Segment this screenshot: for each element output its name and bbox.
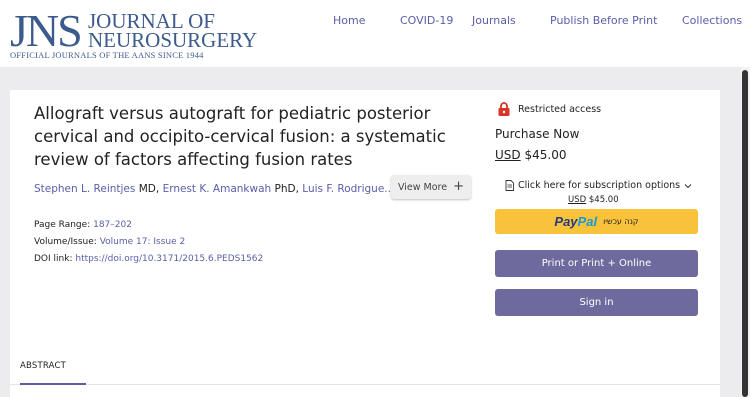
tab-abstract[interactable]: ABSTRACT: [20, 361, 66, 371]
logo-abbr: JNS: [10, 5, 83, 56]
lock-icon: [498, 102, 510, 116]
volume-issue-link[interactable]: Volume 17: Issue 2: [100, 237, 186, 247]
purchase-now-label: Purchase Now: [495, 127, 580, 141]
logo-title: JOURNAL OF NEUROSURGERY: [88, 9, 258, 52]
author-link[interactable]: Ernest K. Amankwah: [163, 183, 272, 195]
document-icon: [505, 180, 514, 191]
nav-collections[interactable]: Collections: [682, 14, 742, 27]
author-degree: PhD: [274, 183, 296, 195]
tab-divider: [10, 384, 720, 385]
page-range-label: Page Range:: [34, 220, 91, 230]
author-link[interactable]: Luis F. Rodrigue...: [302, 183, 394, 195]
logo-tagline: OFFICIAL JOURNALS OF THE AANS SINCE 1944: [10, 50, 204, 60]
doi-label: DOI link:: [34, 254, 73, 264]
site-header: JNS JOURNAL OF NEUROSURGERY OFFICIAL JOU…: [0, 0, 750, 67]
currency-label: USD: [568, 195, 587, 205]
scrollbar-thumb[interactable]: [742, 70, 748, 397]
paypal-logo: PayPal: [554, 214, 598, 229]
price-value: $45.00: [524, 148, 567, 162]
article-card: Allograft versus autograft for pediatric…: [10, 90, 720, 397]
subscription-options-toggle[interactable]: Click here for subscription options: [505, 180, 692, 191]
volume-issue-label: Volume/Issue:: [34, 237, 97, 247]
view-more-label: View More: [397, 181, 448, 193]
price-value: $45.00: [588, 195, 619, 205]
paypal-button[interactable]: PayPal קנה עכשיו: [495, 209, 698, 234]
subscription-options-label: Click here for subscription options: [518, 180, 681, 191]
page-range-row: Page Range: 187–202: [34, 220, 132, 230]
page-range-value: 187–202: [93, 220, 132, 230]
chevron-down-icon: [684, 183, 692, 188]
nav-covid19[interactable]: COVID-19: [400, 14, 453, 27]
currency-label: USD: [495, 148, 521, 162]
paypal-buy-now-label: קנה עכשיו: [603, 217, 639, 226]
author-degree: MD: [138, 183, 156, 195]
author-link[interactable]: Stephen L. Reintjes: [34, 183, 135, 195]
doi-row: DOI link: https://doi.org/10.3171/2015.6…: [34, 254, 263, 264]
price: USD $45.00: [495, 148, 566, 162]
doi-link[interactable]: https://doi.org/10.3171/2015.6.PEDS1562: [75, 254, 263, 264]
plus-icon: +: [453, 179, 465, 194]
nav-home[interactable]: Home: [333, 14, 365, 27]
view-more-button[interactable]: View More +: [391, 175, 471, 199]
volume-issue-row: Volume/Issue: Volume 17: Issue 2: [34, 237, 185, 247]
nav-publish-before-print[interactable]: Publish Before Print: [550, 14, 657, 27]
nav-journals[interactable]: Journals: [472, 14, 516, 27]
active-tab-indicator: [20, 383, 86, 385]
author-list: Stephen L. Reintjes MD, Ernest K. Amankw…: [34, 183, 395, 195]
article-title: Allograft versus autograft for pediatric…: [34, 104, 446, 169]
print-or-online-button[interactable]: Print or Print + Online: [495, 250, 698, 277]
restricted-access-label: Restricted access: [518, 104, 602, 115]
subscription-price: USD $45.00: [568, 195, 619, 205]
sign-in-button[interactable]: Sign in: [495, 289, 698, 316]
